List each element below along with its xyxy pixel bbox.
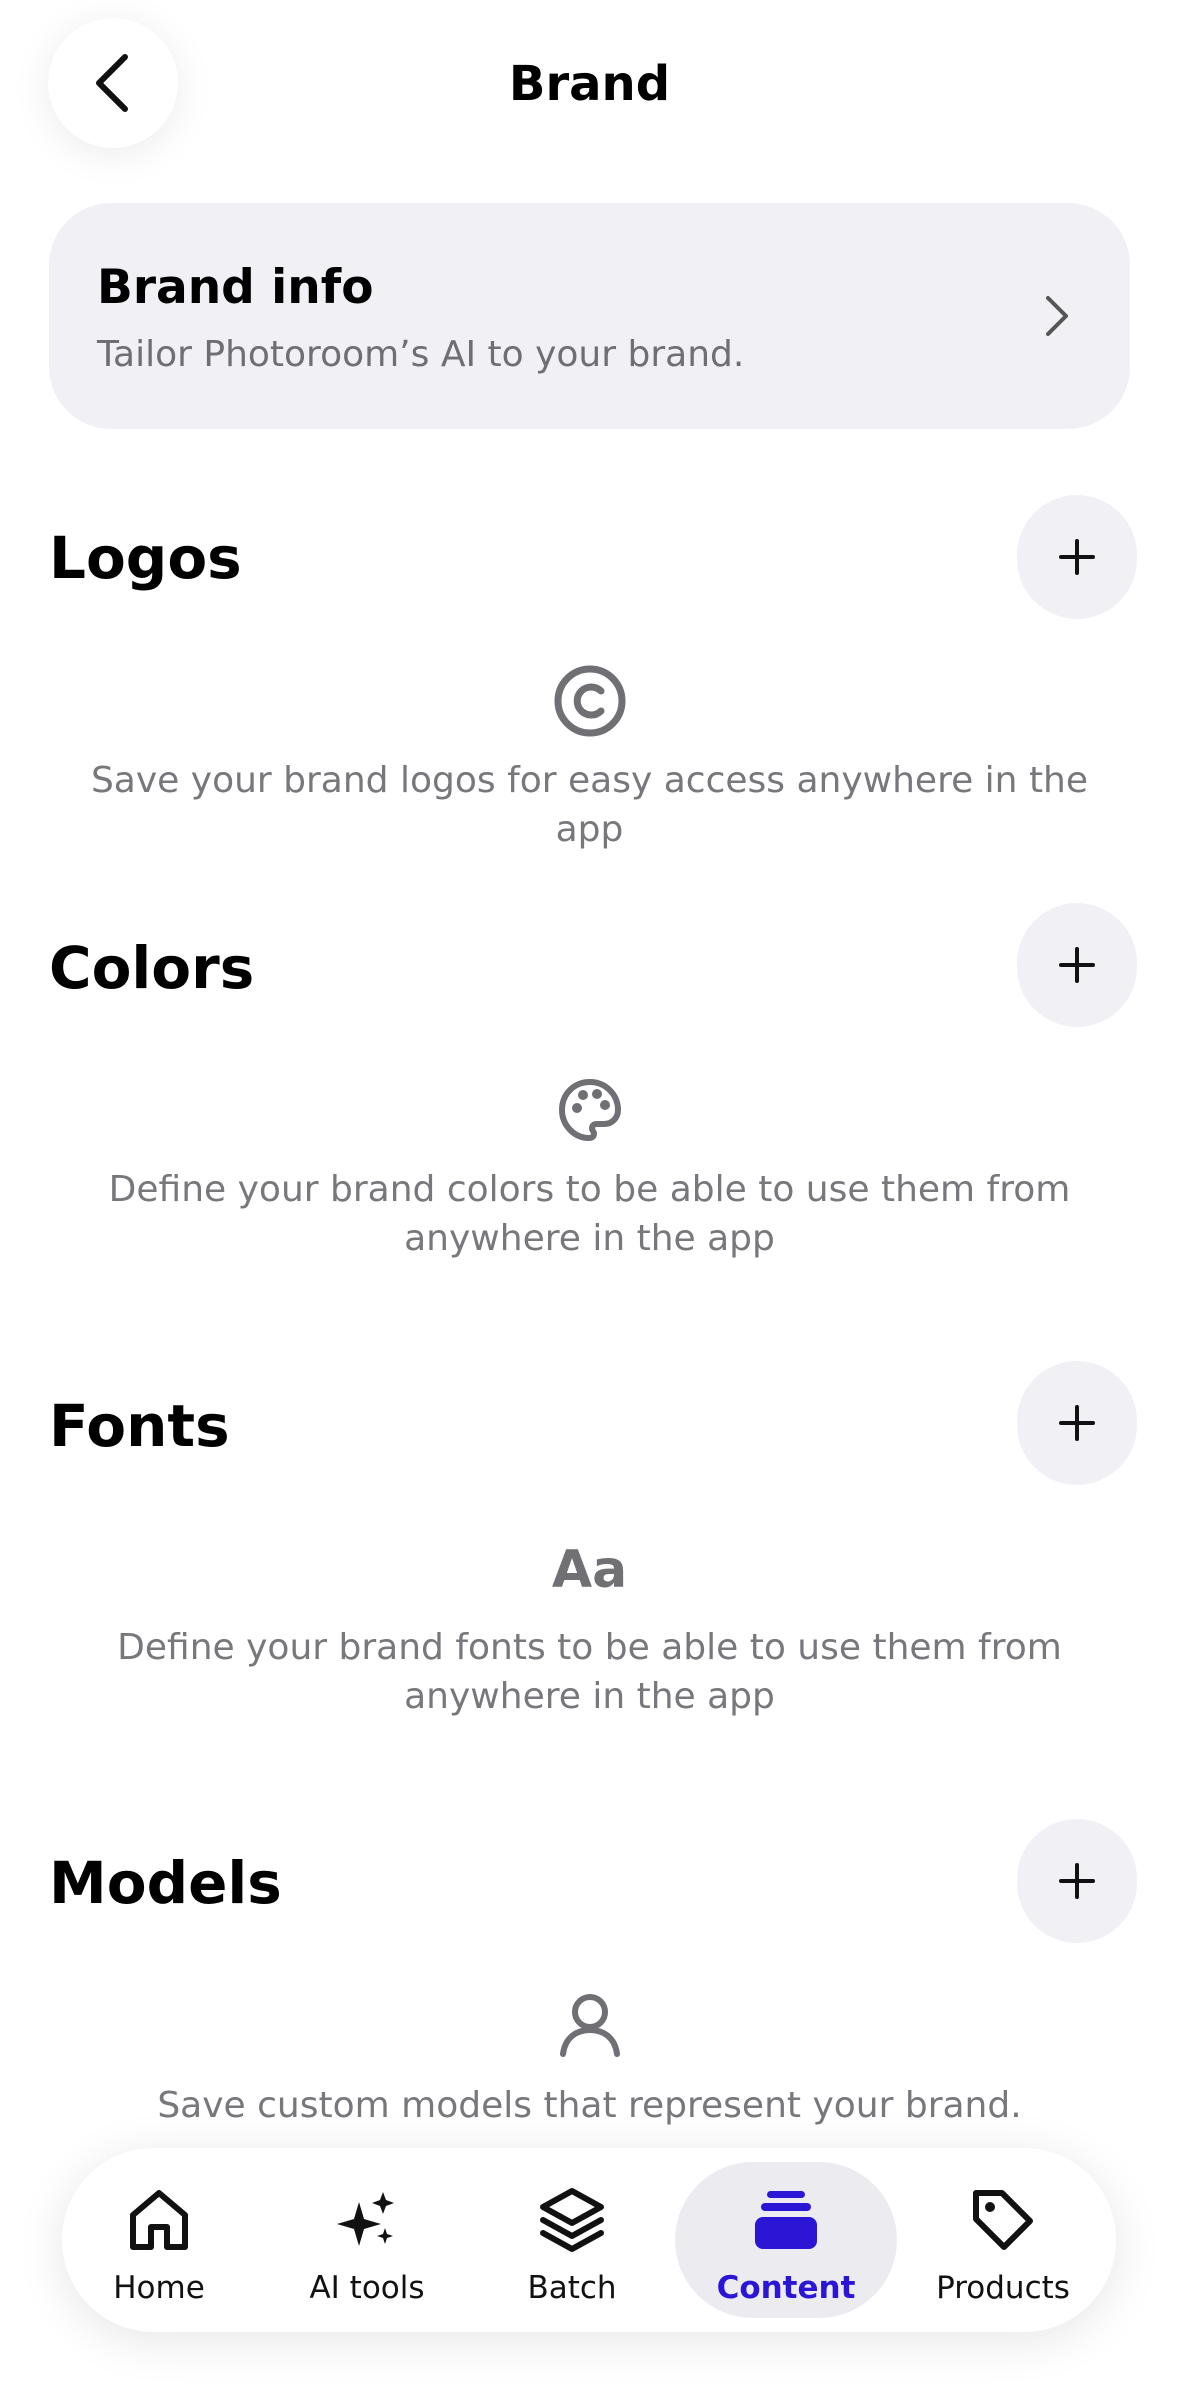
nav-item-batch[interactable]: Batch <box>502 2162 642 2318</box>
add-color-button[interactable] <box>1017 903 1137 1027</box>
brand-info-subtitle: Tailor Photoroom’s AI to your brand. <box>97 334 745 375</box>
plus-icon <box>1059 1863 1095 1899</box>
models-section-title: Models <box>49 1849 282 1917</box>
colors-empty-text-line1: Define your brand colors to be able to u… <box>108 1169 1071 1210</box>
brand-info-card[interactable]: Brand info Tailor Photoroom’s AI to your… <box>49 203 1130 429</box>
nav-item-products[interactable]: Products <box>914 2162 1092 2318</box>
nav-label-ai-tools: AI tools <box>309 2270 425 2306</box>
brand-info-title: Brand info <box>97 260 374 315</box>
sparkles-icon <box>337 2192 394 2246</box>
font-aa-icon: Aa <box>551 1540 628 1600</box>
colors-section-title: Colors <box>49 934 255 1002</box>
chevron-right-icon <box>1046 296 1068 336</box>
nav-label-home: Home <box>113 2270 205 2306</box>
colors-empty-icon-wrap <box>0 1078 1179 1142</box>
logos-empty-icon-wrap <box>0 664 1179 738</box>
person-icon <box>559 1994 620 2057</box>
home-icon <box>130 2190 188 2250</box>
fonts-empty-text: Define your brand fonts to be able to us… <box>60 1623 1119 1721</box>
logos-section-title: Logos <box>49 524 242 592</box>
layers-icon <box>540 2188 604 2252</box>
nav-item-ai-tools[interactable]: AI tools <box>272 2162 462 2318</box>
plus-icon <box>1059 947 1095 983</box>
content-stack-icon <box>755 2191 817 2249</box>
tag-icon <box>973 2190 1033 2250</box>
nav-label-batch: Batch <box>527 2270 617 2306</box>
bottom-nav: Home AI tools Batch Content Products <box>62 2148 1116 2332</box>
add-logo-button[interactable] <box>1017 495 1137 619</box>
plus-icon <box>1059 1405 1095 1441</box>
nav-label-content: Content <box>716 2270 856 2306</box>
nav-item-content[interactable]: Content <box>675 2162 897 2318</box>
plus-icon <box>1059 539 1095 575</box>
page-title: Brand <box>508 56 671 112</box>
fonts-empty-text-line1: Define your brand fonts to be able to us… <box>117 1627 1062 1668</box>
nav-label-products: Products <box>936 2270 1070 2306</box>
add-font-button[interactable] <box>1017 1361 1137 1485</box>
colors-empty-text-line2: anywhere in the app <box>404 1218 775 1259</box>
fonts-section-title: Fonts <box>49 1392 230 1460</box>
palette-icon <box>558 1079 621 1141</box>
models-empty-text: Save custom models that represent your b… <box>157 2085 1022 2126</box>
models-empty-icon-wrap <box>0 1992 1179 2058</box>
add-model-button[interactable] <box>1017 1819 1137 1943</box>
fonts-empty-text-line2: anywhere in the app <box>404 1676 775 1717</box>
copyright-icon <box>554 665 625 737</box>
logos-empty-text: Save your brand logos for easy access an… <box>90 760 1089 850</box>
colors-empty-text: Define your brand colors to be able to u… <box>60 1165 1119 1263</box>
nav-item-home[interactable]: Home <box>86 2162 232 2318</box>
